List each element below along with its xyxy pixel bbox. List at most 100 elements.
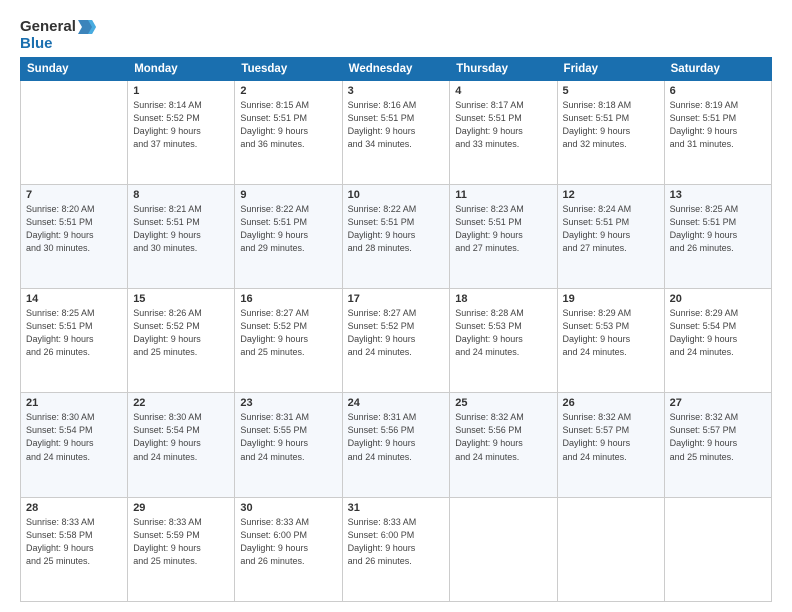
calendar-cell: 15Sunrise: 8:26 AM Sunset: 5:52 PM Dayli… xyxy=(128,289,235,393)
calendar-cell: 12 Sunrise: 8:24 AM Sunset: 5:51 PM Dayli… xyxy=(557,184,664,288)
day-number: 22 xyxy=(133,397,229,409)
calendar-cell: 22 Sunrise: 8:30 AM Sunset: 5:54 PM Dayli… xyxy=(128,393,235,497)
calendar-cell: 11 Sunrise: 8:23 AM Sunset: 5:51 PM Dayli… xyxy=(450,184,557,288)
weekday-header-sunday: Sunday xyxy=(21,57,128,80)
day-number: 14 xyxy=(26,293,122,305)
calendar-cell: 28 Sunrise: 8:33 AM Sunset: 5:58 PM Dayli… xyxy=(21,497,128,601)
day-number: 9 xyxy=(240,189,336,201)
calendar-cell: 7Sunrise: 8:20 AM Sunset: 5:51 PM Daylig… xyxy=(21,184,128,288)
calendar-cell: 27 Sunrise: 8:32 AM Sunset: 5:57 PM Dayli… xyxy=(664,393,771,497)
week-row-1: 1 Sunrise: 8:14 AM Sunset: 5:52 PM Daylig… xyxy=(21,80,772,184)
day-info: Sunrise: 8:14 AM Sunset: 5:52 PM Dayligh… xyxy=(133,99,229,151)
day-info: Sunrise: 8:33 AM Sunset: 6:00 PM Dayligh… xyxy=(348,516,445,568)
day-info: Sunrise: 8:32 AM Sunset: 5:57 PM Dayligh… xyxy=(670,411,766,463)
day-number: 12 xyxy=(563,189,659,201)
calendar-cell: 1 Sunrise: 8:14 AM Sunset: 5:52 PM Daylig… xyxy=(128,80,235,184)
day-number: 20 xyxy=(670,293,766,305)
day-info: Sunrise: 8:24 AM Sunset: 5:51 PM Dayligh… xyxy=(563,203,659,255)
day-info: Sunrise: 8:27 AM Sunset: 5:52 PM Dayligh… xyxy=(240,307,336,359)
calendar-cell: 13 Sunrise: 8:25 AM Sunset: 5:51 PM Dayli… xyxy=(664,184,771,288)
weekday-header-saturday: Saturday xyxy=(664,57,771,80)
day-number: 31 xyxy=(348,502,445,514)
day-number: 11 xyxy=(455,189,551,201)
calendar-cell: 6 Sunrise: 8:19 AM Sunset: 5:51 PM Daylig… xyxy=(664,80,771,184)
day-info: Sunrise: 8:32 AM Sunset: 5:56 PM Dayligh… xyxy=(455,411,551,463)
day-info: Sunrise: 8:30 AM Sunset: 5:54 PM Dayligh… xyxy=(133,411,229,463)
day-info: Sunrise: 8:15 AM Sunset: 5:51 PM Dayligh… xyxy=(240,99,336,151)
day-info: Sunrise: 8:25 AM Sunset: 5:51 PM Dayligh… xyxy=(26,307,122,359)
calendar-cell: 31 Sunrise: 8:33 AM Sunset: 6:00 PM Dayli… xyxy=(342,497,450,601)
calendar-cell: 8 Sunrise: 8:21 AM Sunset: 5:51 PM Daylig… xyxy=(128,184,235,288)
day-number: 30 xyxy=(240,502,336,514)
weekday-header-wednesday: Wednesday xyxy=(342,57,450,80)
day-number: 2 xyxy=(240,85,336,97)
day-number: 4 xyxy=(455,85,551,97)
logo-blue: Blue xyxy=(20,35,53,52)
logo-chevron-icon xyxy=(78,20,96,34)
calendar-cell: 20 Sunrise: 8:29 AM Sunset: 5:54 PM Dayli… xyxy=(664,289,771,393)
day-info: Sunrise: 8:31 AM Sunset: 5:55 PM Dayligh… xyxy=(240,411,336,463)
day-number: 26 xyxy=(563,397,659,409)
week-row-4: 21 Sunrise: 8:30 AM Sunset: 5:54 PM Dayli… xyxy=(21,393,772,497)
day-number: 10 xyxy=(348,189,445,201)
calendar-cell: 29Sunrise: 8:33 AM Sunset: 5:59 PM Dayli… xyxy=(128,497,235,601)
day-number: 6 xyxy=(670,85,766,97)
calendar-cell: 5Sunrise: 8:18 AM Sunset: 5:51 PM Daylig… xyxy=(557,80,664,184)
calendar-cell: 25 Sunrise: 8:32 AM Sunset: 5:56 PM Dayli… xyxy=(450,393,557,497)
calendar-cell: 19 Sunrise: 8:29 AM Sunset: 5:53 PM Dayli… xyxy=(557,289,664,393)
calendar-cell xyxy=(21,80,128,184)
day-number: 21 xyxy=(26,397,122,409)
calendar-cell: 14 Sunrise: 8:25 AM Sunset: 5:51 PM Dayli… xyxy=(21,289,128,393)
day-number: 16 xyxy=(240,293,336,305)
calendar-cell xyxy=(557,497,664,601)
calendar-cell: 21 Sunrise: 8:30 AM Sunset: 5:54 PM Dayli… xyxy=(21,393,128,497)
day-number: 25 xyxy=(455,397,551,409)
day-number: 24 xyxy=(348,397,445,409)
calendar-cell: 26 Sunrise: 8:32 AM Sunset: 5:57 PM Dayli… xyxy=(557,393,664,497)
weekday-header-friday: Friday xyxy=(557,57,664,80)
calendar-cell: 16 Sunrise: 8:27 AM Sunset: 5:52 PM Dayli… xyxy=(235,289,342,393)
day-info: Sunrise: 8:23 AM Sunset: 5:51 PM Dayligh… xyxy=(455,203,551,255)
day-number: 18 xyxy=(455,293,551,305)
weekday-header-tuesday: Tuesday xyxy=(235,57,342,80)
calendar-cell xyxy=(664,497,771,601)
day-info: Sunrise: 8:28 AM Sunset: 5:53 PM Dayligh… xyxy=(455,307,551,359)
day-number: 17 xyxy=(348,293,445,305)
header: General Blue xyxy=(20,18,772,53)
calendar-cell: 30 Sunrise: 8:33 AM Sunset: 6:00 PM Dayli… xyxy=(235,497,342,601)
day-number: 27 xyxy=(670,397,766,409)
day-info: Sunrise: 8:19 AM Sunset: 5:51 PM Dayligh… xyxy=(670,99,766,151)
day-number: 3 xyxy=(348,85,445,97)
weekday-header-thursday: Thursday xyxy=(450,57,557,80)
day-info: Sunrise: 8:29 AM Sunset: 5:54 PM Dayligh… xyxy=(670,307,766,359)
weekday-header-monday: Monday xyxy=(128,57,235,80)
day-info: Sunrise: 8:22 AM Sunset: 5:51 PM Dayligh… xyxy=(348,203,445,255)
calendar-cell: 18 Sunrise: 8:28 AM Sunset: 5:53 PM Dayli… xyxy=(450,289,557,393)
day-number: 23 xyxy=(240,397,336,409)
day-number: 29 xyxy=(133,502,229,514)
calendar-table: SundayMondayTuesdayWednesdayThursdayFrid… xyxy=(20,57,772,603)
day-info: Sunrise: 8:30 AM Sunset: 5:54 PM Dayligh… xyxy=(26,411,122,463)
day-info: Sunrise: 8:33 AM Sunset: 6:00 PM Dayligh… xyxy=(240,516,336,568)
calendar-cell xyxy=(450,497,557,601)
day-info: Sunrise: 8:27 AM Sunset: 5:52 PM Dayligh… xyxy=(348,307,445,359)
day-info: Sunrise: 8:32 AM Sunset: 5:57 PM Dayligh… xyxy=(563,411,659,463)
week-row-2: 7Sunrise: 8:20 AM Sunset: 5:51 PM Daylig… xyxy=(21,184,772,288)
calendar-cell: 24 Sunrise: 8:31 AM Sunset: 5:56 PM Dayli… xyxy=(342,393,450,497)
calendar-cell: 9Sunrise: 8:22 AM Sunset: 5:51 PM Daylig… xyxy=(235,184,342,288)
day-number: 1 xyxy=(133,85,229,97)
day-info: Sunrise: 8:21 AM Sunset: 5:51 PM Dayligh… xyxy=(133,203,229,255)
day-info: Sunrise: 8:29 AM Sunset: 5:53 PM Dayligh… xyxy=(563,307,659,359)
day-info: Sunrise: 8:26 AM Sunset: 5:52 PM Dayligh… xyxy=(133,307,229,359)
day-info: Sunrise: 8:18 AM Sunset: 5:51 PM Dayligh… xyxy=(563,99,659,151)
day-number: 8 xyxy=(133,189,229,201)
day-info: Sunrise: 8:33 AM Sunset: 5:58 PM Dayligh… xyxy=(26,516,122,568)
day-number: 28 xyxy=(26,502,122,514)
calendar-cell: 17 Sunrise: 8:27 AM Sunset: 5:52 PM Dayli… xyxy=(342,289,450,393)
day-info: Sunrise: 8:31 AM Sunset: 5:56 PM Dayligh… xyxy=(348,411,445,463)
day-number: 19 xyxy=(563,293,659,305)
day-number: 13 xyxy=(670,189,766,201)
page: General Blue SundayMondayTuesdayWednesda… xyxy=(0,0,792,612)
day-number: 7 xyxy=(26,189,122,201)
day-info: Sunrise: 8:25 AM Sunset: 5:51 PM Dayligh… xyxy=(670,203,766,255)
